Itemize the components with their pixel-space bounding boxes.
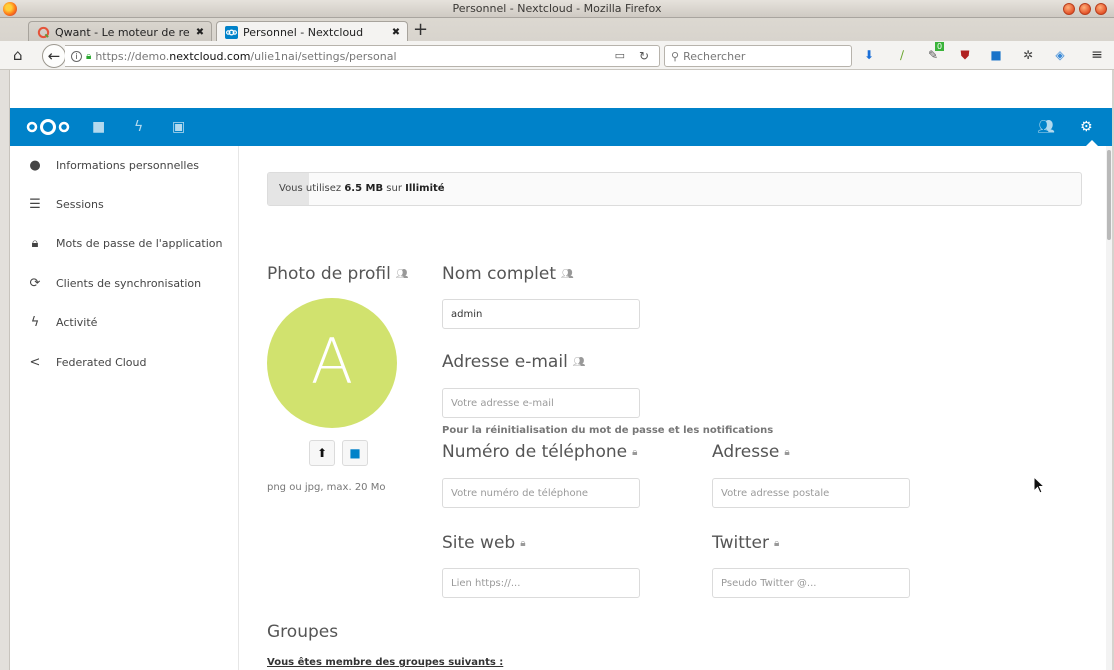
nextcloud-logo-icon[interactable] xyxy=(26,118,70,136)
avatar: A xyxy=(267,298,397,428)
contacts-scope-icon[interactable]: 👥︎ xyxy=(561,269,574,280)
website-field[interactable]: Lien https://... xyxy=(442,568,640,598)
diamond-icon[interactable]: ◈ xyxy=(1053,48,1067,62)
twitter-field[interactable]: Pseudo Twitter @... xyxy=(712,568,910,598)
activity-icon: ϟ xyxy=(30,314,40,330)
puzzle-icon[interactable]: ✲ xyxy=(1021,48,1035,62)
settings-gear-icon[interactable]: ⚙ xyxy=(1080,119,1093,135)
sidebar-item-personal-info[interactable]: ● Informations personnelles xyxy=(10,146,239,184)
sidebar-item-label: Informations personnelles xyxy=(56,158,199,172)
fullname-heading: Nom complet 👥︎ xyxy=(442,264,574,284)
sidebar-item-activity[interactable]: ϟ Activité xyxy=(10,303,239,341)
settings-content: Vous utilisez 6.5 MB sur Illimité Photo … xyxy=(240,146,1106,670)
url-text: https://demo.nextcloud.com/ulie1nai/sett… xyxy=(95,49,397,63)
tab-label: Personnel - Nextcloud xyxy=(243,26,364,39)
lock-icon[interactable]: 🔒︎ xyxy=(520,538,525,549)
qwant-favicon-icon xyxy=(37,26,50,38)
navigation-toolbar: ⌂ ← i 🔒︎ https://demo.nextcloud.com/ulie… xyxy=(0,41,1114,70)
leaf-icon[interactable]: ∕ xyxy=(895,48,909,62)
tab-label: Qwant - Le moteur de re xyxy=(55,25,190,39)
quota-text: Vous utilisez 6.5 MB sur Illimité xyxy=(279,183,445,194)
activity-app-icon[interactable]: ϟ xyxy=(134,119,143,135)
search-icon: ⚲ xyxy=(671,49,680,63)
search-input[interactable]: ⚲ Rechercher xyxy=(664,45,852,67)
lock-icon: 🔒︎ xyxy=(31,235,39,251)
tab-qwant[interactable]: Qwant - Le moteur de re ✖ xyxy=(28,21,212,42)
window-titlebar: Personnel - Nextcloud - Mozilla Firefox xyxy=(0,0,1114,18)
info-icon[interactable]: i xyxy=(71,50,82,62)
nextcloud-header: ■ ϟ ▣ 👥︎ ⚙ xyxy=(10,108,1112,146)
scrollbar-thumb[interactable] xyxy=(1107,150,1111,240)
close-tab-icon[interactable]: ✖ xyxy=(389,27,403,38)
close-tab-icon[interactable]: ✖ xyxy=(193,27,207,38)
lock-icon[interactable]: 🔒︎ xyxy=(784,447,789,458)
new-tab-icon[interactable]: + xyxy=(413,21,428,39)
contacts-icon[interactable]: 👥︎ xyxy=(1037,119,1055,135)
phone-heading: Numéro de téléphone 🔒︎ xyxy=(442,442,638,462)
lock-icon[interactable]: 🔒︎ xyxy=(774,538,779,549)
email-hint: Pour la réinitialisation du mot de passe… xyxy=(442,425,774,436)
sidebar-item-sync-clients[interactable]: ⟳ Clients de synchronisation xyxy=(10,264,239,302)
sync-icon: ⟳ xyxy=(29,275,41,291)
user-icon: ● xyxy=(29,157,41,173)
sidebar-item-app-passwords[interactable]: 🔒︎ Mots de passe de l'application xyxy=(10,224,239,262)
contacts-scope-icon[interactable]: 👥︎ xyxy=(396,269,409,280)
sidebar-item-sessions[interactable]: ☰ Sessions xyxy=(10,185,239,223)
tab-nextcloud[interactable]: Personnel - Nextcloud ✖ xyxy=(216,21,408,43)
email-field[interactable]: Votre adresse e-mail xyxy=(442,388,640,418)
lock-icon[interactable]: 🔒︎ xyxy=(632,447,637,458)
reload-icon[interactable]: ↻ xyxy=(639,49,649,63)
ublock-icon[interactable]: ⛊ xyxy=(958,48,972,62)
sidebar-item-label: Activité xyxy=(56,315,98,329)
maximize-button[interactable] xyxy=(1079,3,1091,15)
sidebar-item-label: Clients de synchronisation xyxy=(56,276,202,290)
sidebar-item-label: Federated Cloud xyxy=(56,355,147,369)
fullname-field[interactable]: admin xyxy=(442,299,640,329)
groups-heading: Groupes xyxy=(267,622,339,642)
website-heading: Site web 🔒︎ xyxy=(442,533,526,553)
email-heading: Adresse e-mail 👥︎ xyxy=(442,352,586,372)
window-title: Personnel - Nextcloud - Mozilla Firefox xyxy=(452,2,662,15)
settings-sidebar: ● Informations personnelles ☰ Sessions 🔒… xyxy=(10,146,239,670)
addon-badge: 0 xyxy=(935,42,945,51)
share-icon: < xyxy=(29,354,41,370)
home-icon[interactable]: ⌂ xyxy=(13,47,23,63)
mouse-cursor-icon xyxy=(1033,476,1045,494)
phone-field[interactable]: Votre numéro de téléphone xyxy=(442,478,640,508)
back-button[interactable]: ← xyxy=(42,44,66,68)
photo-heading: Photo de profil 👥︎ xyxy=(267,264,409,284)
upload-avatar-button[interactable]: ⬆ xyxy=(309,440,335,466)
download-icon[interactable]: ⬇ xyxy=(862,48,876,62)
window-frame-left xyxy=(0,70,10,670)
photo-format-hint: png ou jpg, max. 20 Mo xyxy=(267,482,386,493)
files-icon[interactable]: ■ xyxy=(92,119,105,135)
lock-icon: 🔒︎ xyxy=(86,50,92,62)
addon-icon[interactable]: ✎ 0 xyxy=(926,42,945,62)
sidebar-item-federated-cloud[interactable]: < Federated Cloud xyxy=(10,343,239,381)
quota-bar: Vous utilisez 6.5 MB sur Illimité xyxy=(267,172,1082,206)
minimize-button[interactable] xyxy=(1063,3,1075,15)
reader-view-icon[interactable]: ▭ xyxy=(615,49,625,62)
bookmark-s-icon[interactable]: ■ xyxy=(989,48,1003,62)
search-placeholder: Rechercher xyxy=(683,49,746,63)
address-heading: Adresse 🔒︎ xyxy=(712,442,790,462)
nextcloud-favicon-icon xyxy=(225,26,238,39)
list-icon: ☰ xyxy=(29,196,41,212)
sidebar-item-label: Sessions xyxy=(56,197,104,211)
close-window-button[interactable] xyxy=(1095,3,1107,15)
gallery-icon[interactable]: ▣ xyxy=(172,119,185,135)
url-bar[interactable]: i 🔒︎ https://demo.nextcloud.com/ulie1nai… xyxy=(65,45,660,67)
menu-icon[interactable]: ≡ xyxy=(1090,48,1104,62)
address-field[interactable]: Votre adresse postale xyxy=(712,478,910,508)
choose-from-files-button[interactable]: ■ xyxy=(342,440,368,466)
contacts-scope-icon[interactable]: 👥︎ xyxy=(573,357,586,368)
sidebar-item-label: Mots de passe de l'application xyxy=(56,236,223,250)
groups-subtitle: Vous êtes membre des groupes suivants : xyxy=(267,657,504,668)
twitter-heading: Twitter 🔒︎ xyxy=(712,533,780,553)
